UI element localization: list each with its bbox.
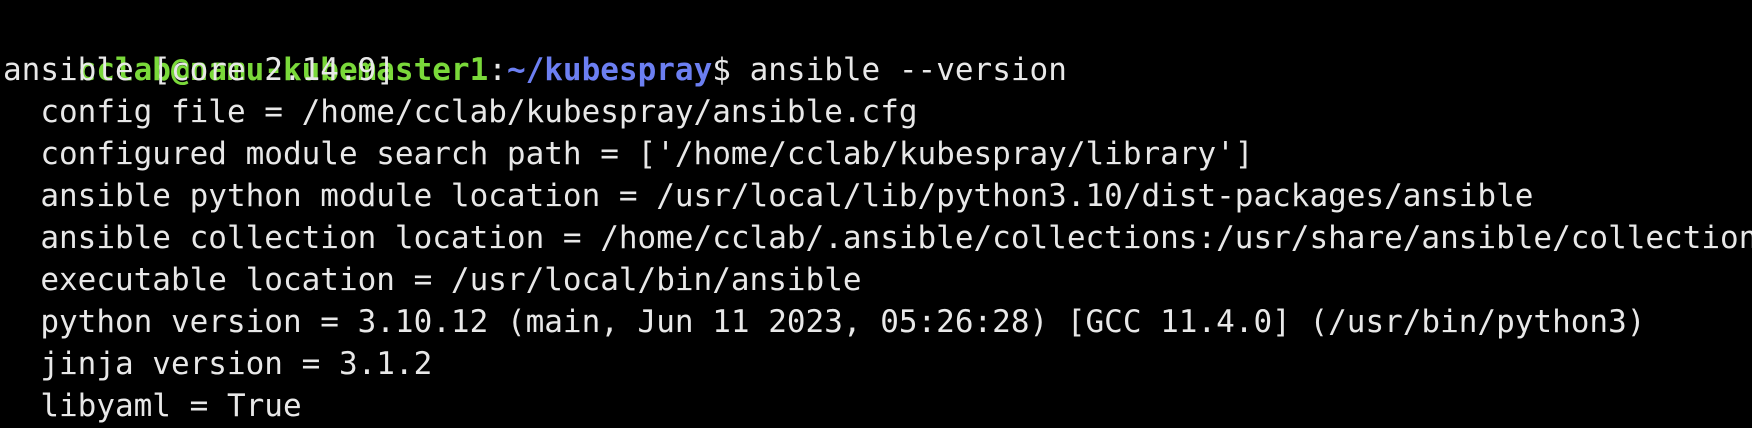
output-line-collection-location: ansible collection location = /home/ccla… [3,220,1752,256]
prompt-cwd: ~/kubespray [506,52,713,88]
output-line-python-version: python version = 3.10.12 (main, Jun 11 2… [3,304,1646,340]
prompt-symbol: $ [712,52,750,88]
output-line-libyaml: libyaml = True [3,388,302,424]
command-prompt-line: cclab@namu-kubemaster1:~/kubespray$ ansi… [3,7,1067,88]
entered-command: ansible --version [749,52,1067,88]
output-line-executable-location: executable location = /usr/local/bin/ans… [3,262,862,298]
output-line-jinja-version: jinja version = 3.1.2 [3,346,433,382]
output-line-python-module-location: ansible python module location = /usr/lo… [3,178,1534,214]
output-line-version: ansible [core 2.14.9] [3,52,395,88]
prompt-separator: : [488,52,507,88]
terminal-window[interactable]: cclab@namu-kubemaster1:~/kubespray$ ansi… [0,0,1752,428]
output-line-module-search-path: configured module search path = ['/home/… [3,136,1254,172]
output-line-config-file: config file = /home/cclab/kubespray/ansi… [3,94,918,130]
